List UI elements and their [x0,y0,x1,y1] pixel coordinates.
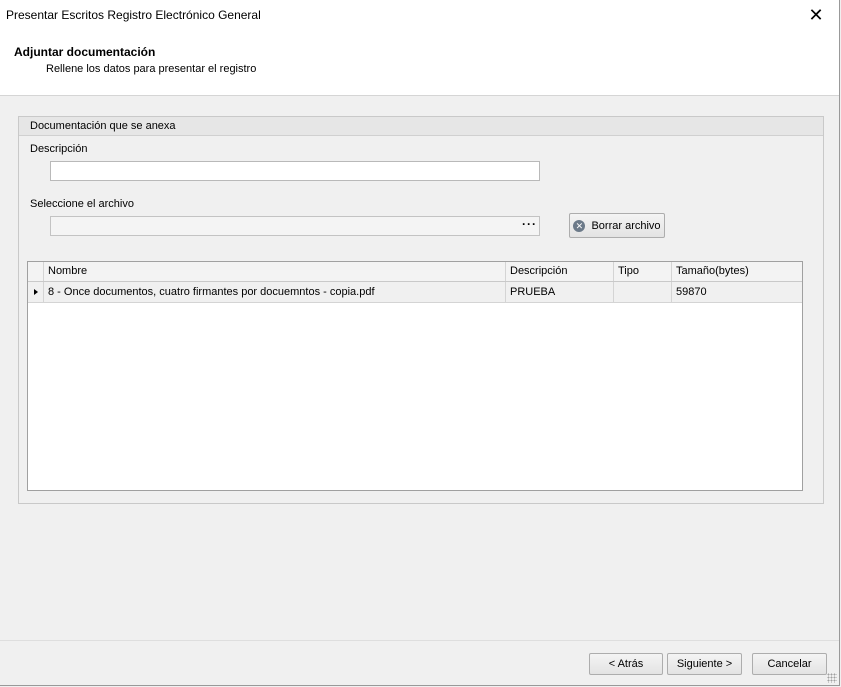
cell-nombre[interactable]: 8 - Once documentos, cuatro firmantes po… [44,282,506,302]
next-button[interactable]: Siguiente > [667,653,742,675]
column-header-tipo[interactable]: Tipo [614,262,672,281]
attachment-group: Documentación que se anexa Descripción S… [18,116,824,504]
column-header-nombre[interactable]: Nombre [44,262,506,281]
resize-grip-icon[interactable] [827,673,837,683]
grid-header: Nombre Descripción Tipo Tamaño(bytes) [28,262,802,282]
dialog-window: Presentar Escritos Registro Electrónico … [0,0,840,686]
browse-button[interactable]: ··· [522,217,537,231]
close-icon: ✕ [808,4,824,25]
page-subtitle: Rellene los datos para presentar el regi… [46,63,257,75]
description-label: Descripción [30,143,88,155]
table-row[interactable]: 8 - Once documentos, cuatro firmantes po… [28,282,802,303]
file-path-field[interactable]: ··· [50,216,540,236]
column-header-tamano[interactable]: Tamaño(bytes) [672,262,802,281]
documents-grid[interactable]: Nombre Descripción Tipo Tamaño(bytes) 8 … [27,261,803,491]
cell-tipo[interactable] [614,282,672,302]
footer-divider [0,640,839,641]
delete-circle-icon: ✕ [573,219,586,232]
row-selector-arrow-icon[interactable] [28,282,44,302]
back-button[interactable]: < Atrás [589,653,663,675]
row-header-corner [28,262,44,281]
close-button[interactable]: ✕ [793,0,839,30]
window-title: Presentar Escritos Registro Electrónico … [6,8,261,22]
cancel-button[interactable]: Cancelar [752,653,827,675]
column-header-descripcion[interactable]: Descripción [506,262,614,281]
group-title: Documentación que se anexa [30,120,176,132]
group-header: Documentación que se anexa [19,117,823,136]
file-label: Seleccione el archivo [30,198,134,210]
page-title: Adjuntar documentación [14,45,156,59]
wizard-header: Adjuntar documentación Rellene los datos… [0,30,839,96]
clear-file-button[interactable]: ✕ Borrar archivo [569,213,665,238]
title-bar: Presentar Escritos Registro Electrónico … [0,0,839,30]
cell-tamano[interactable]: 59870 [672,282,802,302]
description-field[interactable] [50,161,540,181]
clear-file-label: Borrar archivo [591,219,661,232]
cell-descripcion[interactable]: PRUEBA [506,282,614,302]
